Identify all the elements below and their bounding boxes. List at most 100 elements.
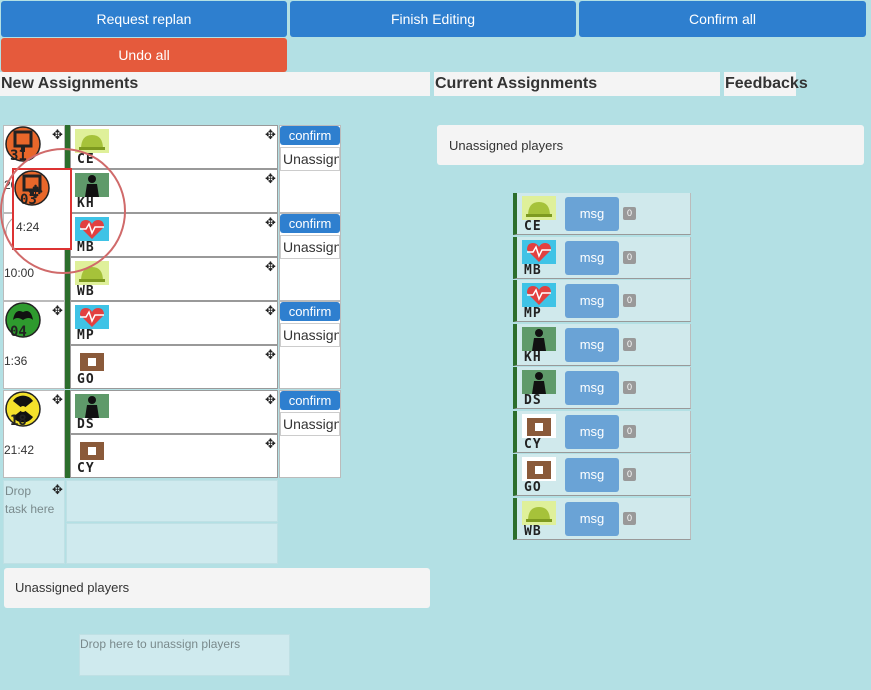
move-icon[interactable]: ✥ <box>265 216 276 229</box>
heart-icon[interactable]: MP <box>522 283 556 321</box>
move-icon[interactable]: ✥ <box>265 304 276 317</box>
task-cell[interactable]: 18 ✥ 21:42 <box>3 390 65 478</box>
move-icon[interactable]: ✥ <box>265 437 276 450</box>
msg-button[interactable]: msg <box>565 458 619 492</box>
task-code: 04 <box>10 324 27 340</box>
task-timer: 10:00 <box>4 266 35 280</box>
soldier-icon[interactable]: KH <box>522 326 556 365</box>
move-icon[interactable]: ✥ <box>265 393 276 406</box>
move-icon[interactable]: ✥ <box>265 172 276 185</box>
unassign-button[interactable]: Unassign <box>280 412 340 436</box>
message-count-badge: 0 <box>623 207 636 220</box>
move-icon[interactable]: ✥ <box>265 128 276 141</box>
assignment-row[interactable]: MP ✥ <box>70 301 278 345</box>
soldier-icon[interactable]: DS <box>522 370 556 408</box>
undo-all-button[interactable]: Undo all <box>1 38 287 72</box>
confirm-button[interactable]: confirm <box>280 126 340 145</box>
player-code: GO <box>524 480 542 495</box>
player-code: MP <box>524 306 542 321</box>
soldier-icon[interactable]: DS <box>75 394 109 432</box>
move-icon[interactable]: ✥ <box>52 128 63 141</box>
move-icon[interactable]: ✥ <box>265 260 276 273</box>
current-player-row[interactable]: CE msg 0 <box>513 193 691 235</box>
current-player-row[interactable]: DS msg 0 <box>513 367 691 409</box>
assignment-row[interactable]: WB ✥ <box>70 257 278 301</box>
heart-icon[interactable]: MB <box>522 239 556 278</box>
bag-icon[interactable]: GO <box>522 457 556 495</box>
task-actions: confirm Unassign <box>279 213 341 301</box>
drag-highlight-circle <box>0 148 126 274</box>
msg-button[interactable]: msg <box>565 501 619 536</box>
msg-button[interactable]: msg <box>565 240 619 275</box>
bag-icon[interactable]: GO <box>75 349 109 387</box>
task-code: 18 <box>10 413 27 429</box>
confirm-button[interactable]: confirm <box>280 302 340 321</box>
finish-editing-button[interactable]: Finish Editing <box>290 1 576 37</box>
player-code: WB <box>524 523 542 539</box>
task-actions: confirm Unassign <box>279 390 341 478</box>
player-code: DS <box>524 393 542 408</box>
player-code: KH <box>524 349 542 365</box>
message-count-badge: 0 <box>623 511 636 525</box>
current-player-row[interactable]: GO msg 0 <box>513 454 691 496</box>
bag-icon[interactable]: CY <box>75 438 109 476</box>
current-assignments-header: Current Assignments <box>434 72 720 96</box>
assignment-row[interactable]: CY ✥ <box>70 434 278 478</box>
confirm-button[interactable]: confirm <box>280 391 340 410</box>
move-icon[interactable]: ✥ <box>265 348 276 361</box>
player-code: MB <box>524 262 542 278</box>
player-code: MP <box>77 328 95 343</box>
move-icon[interactable]: ✥ <box>52 304 63 317</box>
unassign-drop-zone[interactable]: Drop here to unassign players <box>79 634 290 676</box>
helmet-icon[interactable]: WB <box>522 500 556 539</box>
message-count-badge: 0 <box>623 294 636 307</box>
task-actions: confirm Unassign <box>279 301 341 389</box>
current-player-row[interactable]: KH msg 0 <box>513 323 691 366</box>
current-player-row[interactable]: WB msg 0 <box>513 497 691 540</box>
message-count-badge: 0 <box>623 468 636 481</box>
msg-button[interactable]: msg <box>565 197 619 231</box>
drop-task-text: Drop task here <box>5 484 55 516</box>
task-actions: confirm Unassign <box>279 125 341 213</box>
current-unassigned-panel: Unassigned players <box>437 125 864 165</box>
player-code: WB <box>77 284 95 299</box>
message-count-badge: 0 <box>623 250 636 264</box>
unassign-button[interactable]: Unassign <box>280 235 340 259</box>
msg-button[interactable]: msg <box>565 371 619 405</box>
confirm-all-button[interactable]: Confirm all <box>579 1 866 37</box>
drop-task-zone[interactable]: Drop task here ✥ <box>3 480 65 564</box>
drop-player-zone[interactable] <box>66 480 278 522</box>
unassigned-players-panel: Unassigned players <box>4 568 430 608</box>
player-code: DS <box>77 417 95 432</box>
msg-button[interactable]: msg <box>565 327 619 362</box>
current-player-row[interactable]: CY msg 0 <box>513 410 691 453</box>
current-player-row[interactable]: MB msg 0 <box>513 236 691 279</box>
unassign-drop-text: Drop here to unassign players <box>80 637 241 651</box>
unassign-button[interactable]: Unassign <box>280 323 340 347</box>
current-player-row[interactable]: MP msg 0 <box>513 280 691 322</box>
confirm-button[interactable]: confirm <box>280 214 340 233</box>
task-timer: 21:42 <box>4 443 35 457</box>
unassign-button[interactable]: Unassign <box>280 147 340 171</box>
message-count-badge: 0 <box>623 381 636 394</box>
player-code: CE <box>524 219 542 234</box>
unassigned-players-label: Unassigned players <box>15 580 130 595</box>
helmet-icon[interactable]: CE <box>522 196 556 234</box>
player-code: CY <box>77 461 95 476</box>
feedbacks-header: Feedbacks <box>724 72 808 96</box>
message-count-badge: 0 <box>623 424 636 438</box>
player-code: CY <box>524 436 542 452</box>
heart-icon[interactable]: MP <box>75 305 109 343</box>
request-replan-button[interactable]: Request replan <box>1 1 287 37</box>
player-code: GO <box>77 372 95 387</box>
move-icon[interactable]: ✥ <box>52 483 63 496</box>
msg-button[interactable]: msg <box>565 414 619 449</box>
drop-player-zone[interactable] <box>66 523 278 564</box>
bag-icon[interactable]: CY <box>522 413 556 452</box>
task-cell[interactable]: 04 ✥ 1:36 <box>3 301 65 389</box>
new-assignments-header: New Assignments <box>0 72 430 96</box>
assignment-row[interactable]: GO ✥ <box>70 345 278 389</box>
assignment-row[interactable]: DS ✥ <box>70 390 278 434</box>
move-icon[interactable]: ✥ <box>52 393 63 406</box>
msg-button[interactable]: msg <box>565 284 619 318</box>
